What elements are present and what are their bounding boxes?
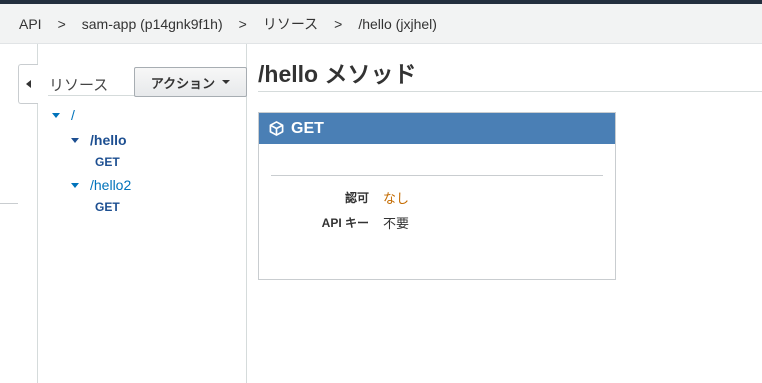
- method-card-divider: [271, 175, 603, 176]
- breadcrumb-separator: >: [238, 15, 247, 32]
- resources-panel: リソース アクション / /hello GET /hello2 GET: [38, 44, 247, 383]
- cube-icon: [269, 121, 284, 136]
- breadcrumb: API > sam-app (p14gnk9f1h) > リソース > /hel…: [0, 4, 762, 44]
- tree-node-label: /: [71, 107, 75, 123]
- tree-method-hello2-get[interactable]: GET: [95, 200, 120, 214]
- caret-down-icon[interactable]: [52, 112, 60, 118]
- actions-dropdown-button[interactable]: アクション: [134, 67, 247, 97]
- chevron-down-icon: [222, 80, 231, 84]
- resources-title: リソース: [49, 77, 109, 94]
- breadcrumb-resources[interactable]: リソース: [263, 14, 318, 34]
- actions-label: アクション: [150, 75, 216, 91]
- caret-down-icon[interactable]: [71, 182, 79, 188]
- tree-node-label: /hello2: [90, 177, 132, 193]
- breadcrumb-separator: >: [334, 15, 343, 32]
- tree-node-label: /hello: [90, 132, 127, 148]
- breadcrumb-current-resource: /hello (jxjhel): [358, 15, 437, 32]
- authorization-value[interactable]: なし: [383, 188, 409, 207]
- method-card-header[interactable]: GET: [259, 113, 615, 144]
- tree-method-hello-get[interactable]: GET: [95, 155, 120, 169]
- resources-header: リソース アクション: [48, 56, 247, 97]
- breadcrumb-api-name[interactable]: sam-app (p14gnk9f1h): [82, 16, 223, 32]
- breadcrumb-separator: >: [57, 15, 66, 32]
- authorization-label: 認可: [344, 191, 369, 205]
- caret-down-icon[interactable]: [71, 137, 79, 143]
- collapse-panel-button[interactable]: [18, 64, 38, 104]
- method-card-title: GET: [291, 119, 324, 137]
- rail-divider: [0, 203, 18, 204]
- api-key-label: API キー: [321, 216, 369, 230]
- api-key-value: 不要: [383, 216, 410, 231]
- title-divider: [258, 91, 762, 92]
- tree-node-root[interactable]: /: [52, 107, 75, 123]
- page-title: /hello メソッド: [258, 61, 417, 87]
- caret-left-icon: [26, 80, 31, 88]
- breadcrumb-api[interactable]: API: [19, 16, 42, 32]
- method-card: GET 認可 なし API キー 不要: [258, 112, 616, 280]
- tree-node-hello[interactable]: /hello: [71, 132, 127, 148]
- tree-node-hello2[interactable]: /hello2: [71, 177, 131, 193]
